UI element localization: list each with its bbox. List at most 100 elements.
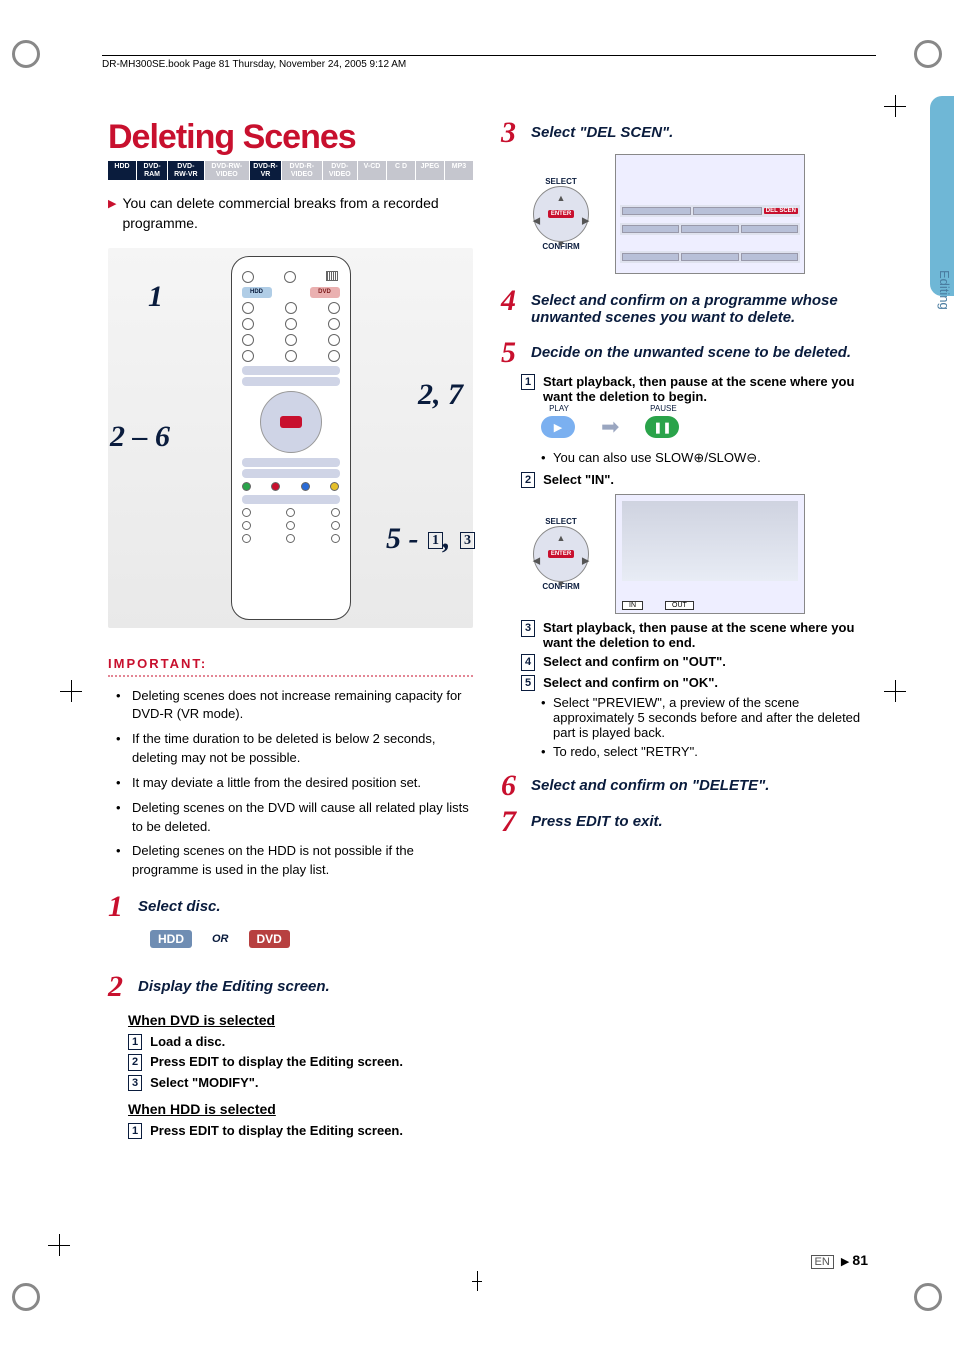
format-badge: C D — [387, 161, 415, 180]
page-number: 81 — [852, 1252, 868, 1268]
callout-sub-box: 3 — [460, 532, 475, 549]
format-badge: DVD-VIDEO — [323, 161, 357, 180]
crop-mark-icon — [884, 95, 906, 117]
format-badge: DVD-RW-VR — [168, 161, 204, 180]
format-badge: DVD-R-VIDEO — [282, 161, 322, 180]
binder-ring-icon — [12, 40, 40, 68]
list-item: Deleting scenes on the HDD is not possib… — [124, 842, 473, 880]
substep-box: 3 — [521, 620, 535, 636]
substep-text: Select "IN". — [543, 472, 614, 487]
callout-number-main: 5 — [386, 522, 401, 555]
dpad-diagram: SELECT ENTER ▲▼◀▶ CONFIRM — [521, 177, 601, 251]
select-label: SELECT — [521, 177, 601, 186]
in-marker: IN — [622, 601, 643, 610]
format-badge: HDD — [108, 161, 136, 180]
format-badge: JPEG — [416, 161, 444, 180]
pause-button[interactable]: PAUSE❚❚ ☞ — [645, 416, 679, 438]
format-badge: DVD-RW-VIDEO — [205, 161, 249, 180]
dotted-rule — [108, 675, 473, 677]
hdd-button-label: HDD — [158, 932, 184, 946]
sub-heading: When HDD is selected — [128, 1101, 473, 1117]
format-badge: DVD-RAM — [137, 161, 167, 180]
step-number: 7 — [501, 807, 521, 837]
binder-ring-icon — [914, 1283, 942, 1311]
substep-text: Press EDIT to display the Editing screen… — [150, 1123, 403, 1138]
triangle-icon: ▶ — [108, 194, 116, 233]
substep-text: Press EDIT to display the Editing screen… — [150, 1054, 403, 1069]
substep-box: 2 — [521, 472, 535, 488]
section-tab — [930, 96, 954, 296]
screen-thumbnail: DEL SCEN — [615, 154, 805, 274]
page-title: Deleting Scenes — [108, 118, 473, 157]
step-number: 4 — [501, 286, 521, 316]
substep-box: 4 — [521, 654, 535, 670]
format-badge: MP3 — [445, 161, 473, 180]
dvd-button-label: DVD — [257, 932, 282, 946]
step-text: Select disc. — [138, 892, 221, 915]
step-text: Select "DEL SCEN". — [531, 118, 673, 141]
dpad-diagram: SELECT ENTER ▲▼◀▶ CONFIRM — [521, 517, 601, 591]
note-text: To redo, select "RETRY". — [541, 744, 866, 759]
callout-number: 1 — [148, 280, 163, 314]
callout-number: 2, 7 — [418, 378, 463, 412]
step-number: 5 — [501, 338, 521, 368]
substep-box: 1 — [521, 374, 535, 390]
substep-text: Start playback, then pause at the scene … — [543, 620, 866, 650]
crop-mark-icon — [48, 1234, 70, 1256]
list-item: Deleting scenes on the DVD will cause al… — [124, 799, 473, 837]
important-list: Deleting scenes does not increase remain… — [108, 687, 473, 881]
hdd-button[interactable]: HDD ☞ — [150, 930, 192, 948]
substep-text: Select and confirm on "OK". — [543, 675, 718, 690]
pause-label: PAUSE — [633, 404, 693, 413]
intro-text: You can delete commercial breaks from a … — [122, 194, 473, 233]
list-item: Deleting scenes does not increase remain… — [124, 687, 473, 725]
pointing-hand-icon: ☞ — [193, 941, 206, 958]
callout-sub-box: 1 — [428, 532, 443, 549]
substep-text: Select "MODIFY". — [150, 1075, 258, 1090]
important-heading: IMPORTANT: — [108, 656, 473, 671]
pointing-hand-icon: ☞ — [291, 941, 304, 958]
doc-header: DR-MH300SE.book Page 81 Thursday, Novemb… — [102, 55, 876, 70]
pointing-hand-icon: ☞ — [683, 433, 696, 450]
step-number: 3 — [501, 118, 521, 148]
play-button[interactable]: PLAY▶ — [541, 416, 575, 438]
callout-number: 5 - 1, 3 — [386, 522, 475, 556]
step-text: Select and confirm on a programme whose … — [531, 286, 866, 326]
arrow-icon: ➡ — [601, 414, 619, 440]
binder-ring-icon — [914, 40, 942, 68]
crop-mark-icon — [884, 680, 906, 702]
step-text: Select and confirm on "DELETE". — [531, 771, 769, 794]
note-text: Select "PREVIEW", a preview of the scene… — [541, 695, 866, 740]
substep-text: Load a disc. — [150, 1034, 225, 1049]
note-text: You can also use SLOW⊕/SLOW⊖. — [541, 450, 866, 466]
format-badge-row: HDD DVD-RAM DVD-RW-VR DVD-RW-VIDEO DVD-R… — [108, 161, 473, 180]
play-label: PLAY — [529, 404, 589, 413]
substep-box: 1 — [128, 1123, 142, 1139]
substep-box: 1 — [128, 1034, 142, 1050]
step-text: Decide on the unwanted scene to be delet… — [531, 338, 851, 361]
callout-number: 2 – 6 — [110, 420, 170, 454]
list-item: If the time duration to be deleted is be… — [124, 730, 473, 768]
format-badge: V-CD — [358, 161, 386, 180]
substep-box: 2 — [128, 1054, 142, 1070]
step-number: 6 — [501, 771, 521, 801]
page-footer: EN ▶ 81 — [811, 1252, 868, 1268]
out-marker: OUT — [665, 601, 694, 610]
substep-text: Select and confirm on "OUT". — [543, 654, 726, 669]
sub-heading: When DVD is selected — [128, 1012, 473, 1028]
step-number: 1 — [108, 892, 128, 922]
substep-box: 5 — [521, 675, 535, 691]
dvd-button[interactable]: DVD ☞ — [249, 930, 290, 948]
screen-thumbnail: IN OUT — [615, 494, 805, 614]
substep-text: Start playback, then pause at the scene … — [543, 374, 866, 404]
substep-box: 3 — [128, 1075, 142, 1091]
step-text: Press EDIT to exit. — [531, 807, 663, 830]
remote-diagram: 1 2, 7 2 – 6 5 - 1, 3 HDDDVD — [108, 248, 473, 628]
or-label: OR — [212, 933, 229, 945]
section-tab-label: Editing — [937, 270, 952, 310]
list-item: It may deviate a little from the desired… — [124, 774, 473, 793]
lang-badge: EN — [811, 1255, 834, 1269]
step-text: Display the Editing screen. — [138, 972, 330, 995]
crop-mark-icon — [60, 680, 82, 702]
select-label: SELECT — [521, 517, 601, 526]
